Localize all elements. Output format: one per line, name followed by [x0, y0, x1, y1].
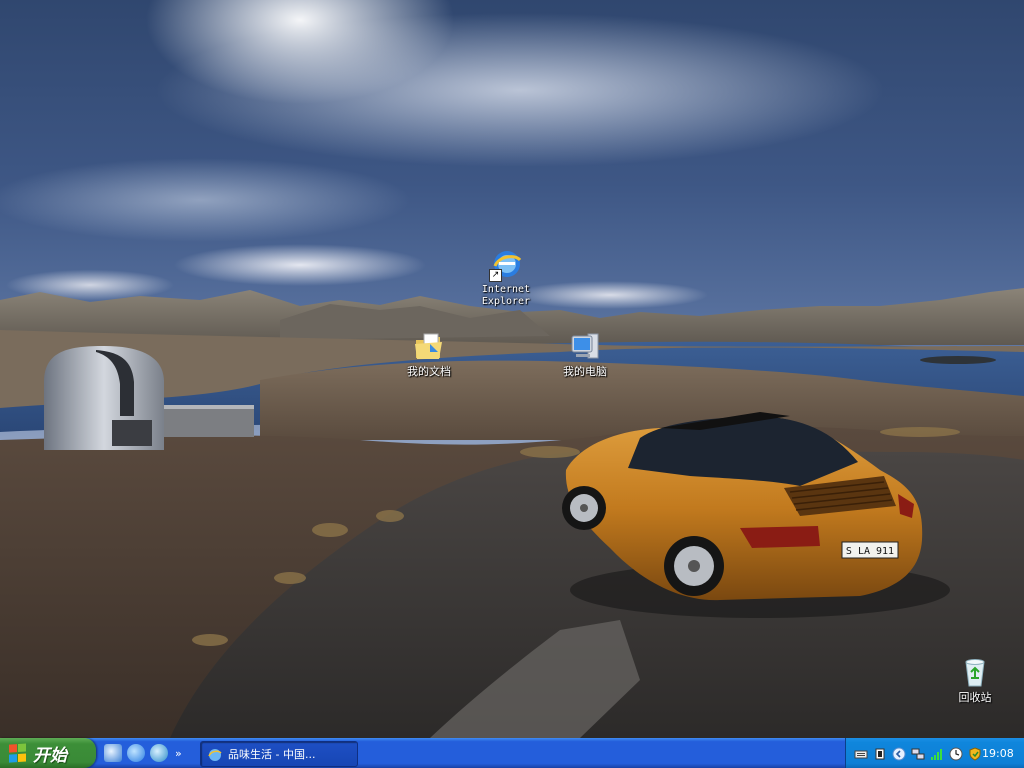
- internet-explorer-icon: ↗: [489, 248, 523, 282]
- desktop-icon-internet-explorer[interactable]: ↗ Internet Explorer: [466, 248, 546, 308]
- input-method-icon[interactable]: [873, 746, 887, 760]
- media-player-icon[interactable]: [150, 744, 168, 762]
- security-shield-icon[interactable]: [968, 746, 982, 761]
- internet-explorer-icon[interactable]: [127, 744, 145, 762]
- keyboard-icon[interactable]: [854, 746, 868, 760]
- desktop-wallpaper: S LA 911: [0, 0, 1024, 738]
- quick-launch-more-icon[interactable]: »: [175, 747, 182, 760]
- start-label: 开始: [33, 745, 67, 766]
- desktop-icon-label: 回收站: [958, 691, 992, 704]
- desktop-icon-label: 我的电脑: [563, 365, 607, 378]
- desktop-icon-label: 我的文档: [407, 365, 451, 378]
- clock[interactable]: 19:08: [982, 747, 1014, 760]
- desktop-icon-recycle-bin[interactable]: 回收站: [935, 656, 1015, 704]
- show-desktop-icon[interactable]: [104, 744, 122, 762]
- clock-sync-icon[interactable]: [949, 746, 963, 761]
- quick-launch-bar: »: [104, 743, 182, 763]
- landscape: S LA 911: [0, 288, 1024, 738]
- windows-logo-icon: [9, 743, 27, 763]
- license-plate: S LA 911: [846, 546, 894, 557]
- recycle-bin-icon: [958, 656, 992, 690]
- signal-bars-icon[interactable]: [930, 746, 944, 760]
- taskbar: 开始 » 品味生活 - 中国... 19:08: [0, 738, 1024, 768]
- internet-explorer-icon: [208, 747, 222, 761]
- chevron-left-icon[interactable]: [892, 746, 906, 761]
- network-icon[interactable]: [911, 746, 925, 760]
- shortcut-arrow-icon: ↗: [489, 269, 502, 282]
- desktop-icon-my-computer[interactable]: 我的电脑: [545, 330, 625, 378]
- desktop-icon-label: Internet Explorer: [481, 284, 531, 307]
- taskbar-button-label: 品味生活 - 中国...: [228, 748, 316, 761]
- my-computer-icon: [568, 330, 602, 364]
- taskbar-button-browser[interactable]: 品味生活 - 中国...: [200, 741, 358, 767]
- my-documents-folder-icon: [412, 330, 446, 364]
- desktop-icon-my-documents[interactable]: 我的文档: [389, 330, 469, 378]
- system-tray: 19:08: [845, 738, 1024, 768]
- start-button[interactable]: 开始: [0, 738, 96, 768]
